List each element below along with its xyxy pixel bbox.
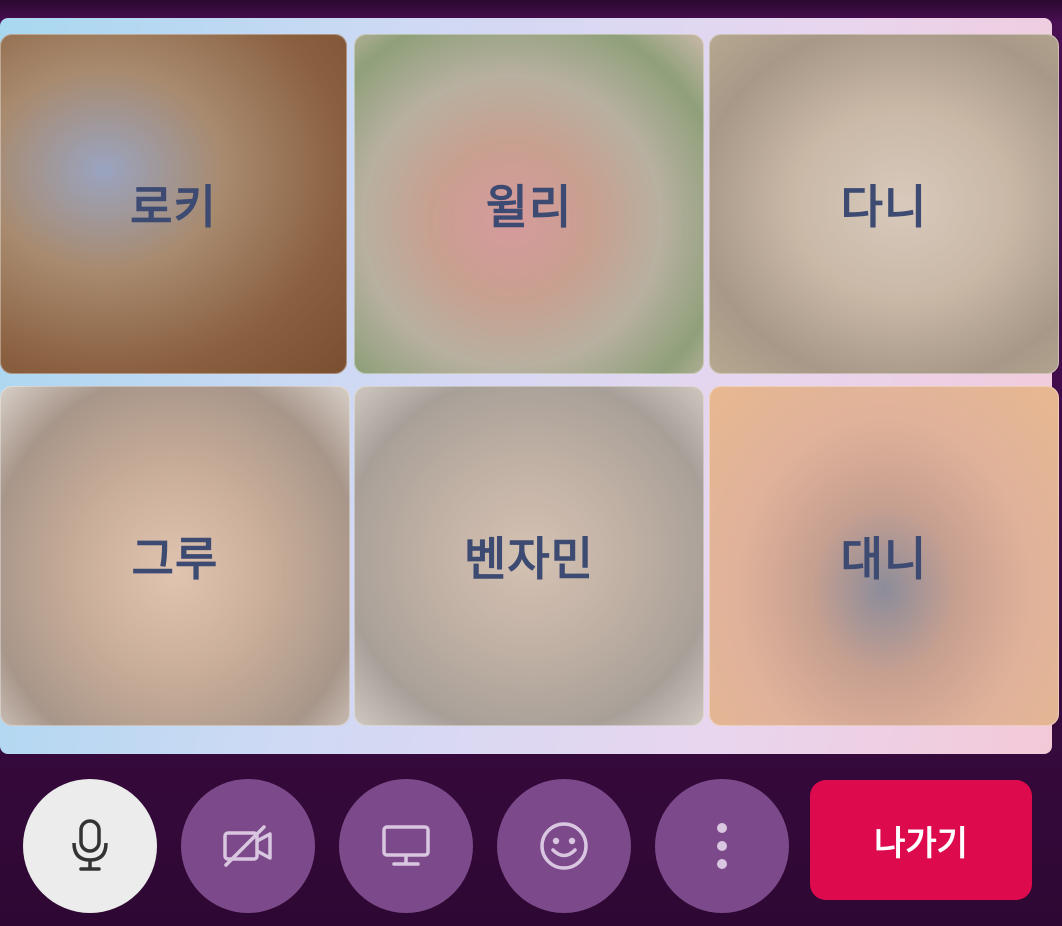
participant-name: 벤자민 bbox=[464, 532, 594, 586]
microphone-icon bbox=[68, 818, 112, 874]
participant-name: 대니 bbox=[840, 532, 928, 586]
participant-name: 다니 bbox=[840, 180, 928, 234]
mic-toggle-button[interactable] bbox=[23, 779, 157, 913]
top-strip bbox=[0, 0, 1062, 20]
participant-tile[interactable]: 로키 bbox=[0, 34, 347, 374]
participant-tile[interactable]: 그루 bbox=[0, 386, 350, 726]
participant-tile[interactable]: 대니 bbox=[709, 386, 1059, 726]
vertical-dots-icon bbox=[715, 822, 729, 870]
reaction-button[interactable] bbox=[497, 779, 631, 913]
video-call-screen: 로키 윌리 다니 그루 벤자민 대니 나가기 bbox=[0, 0, 1062, 926]
screen-share-button[interactable] bbox=[339, 779, 473, 913]
camera-toggle-button[interactable] bbox=[181, 779, 315, 913]
participant-tile[interactable]: 윌리 bbox=[354, 34, 704, 374]
participant-name: 로키 bbox=[130, 180, 217, 234]
participant-tile[interactable]: 벤자민 bbox=[354, 386, 704, 726]
leave-call-button[interactable]: 나가기 bbox=[810, 780, 1032, 900]
smiley-icon bbox=[537, 819, 591, 873]
participant-name: 그루 bbox=[131, 532, 219, 586]
more-options-button[interactable] bbox=[655, 779, 789, 913]
camera-off-icon bbox=[220, 823, 276, 869]
participant-tile[interactable]: 다니 bbox=[709, 34, 1059, 374]
participant-name: 윌리 bbox=[485, 180, 573, 234]
monitor-icon bbox=[380, 823, 432, 869]
